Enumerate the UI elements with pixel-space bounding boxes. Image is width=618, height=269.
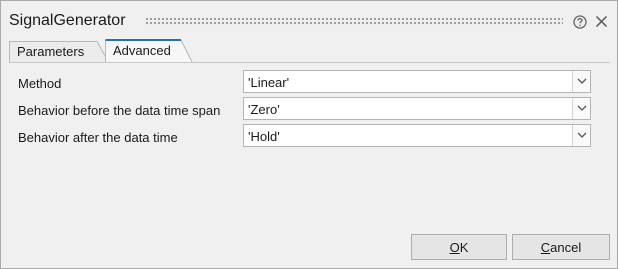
behavior-before-label: Behavior before the data time span: [18, 103, 221, 118]
tab-advanced-label: Advanced: [113, 43, 171, 58]
cancel-label-rest: ancel: [550, 240, 582, 255]
help-icon[interactable]: [573, 15, 587, 29]
tab-parameters[interactable]: Parameters: [9, 39, 109, 62]
drag-grip[interactable]: [145, 17, 563, 25]
window-title: SignalGenerator: [9, 12, 126, 29]
behavior-after-dropdown-button[interactable]: [572, 125, 590, 146]
advanced-panel: Method 'Linear' Behavior before the data…: [9, 62, 610, 226]
tab-parameters-label: Parameters: [17, 44, 85, 59]
chevron-down-icon: [577, 132, 587, 138]
cancel-mnemonic: C: [540, 240, 551, 255]
ok-label-rest: K: [459, 240, 469, 255]
cancel-button[interactable]: Cancel: [512, 234, 610, 260]
behavior-before-value: 'Zero': [248, 102, 280, 117]
behavior-before-dropdown[interactable]: 'Zero': [243, 97, 591, 120]
method-value: 'Linear': [248, 75, 290, 90]
tab-advanced[interactable]: Advanced: [105, 39, 193, 63]
behavior-after-label: Behavior after the data time: [18, 130, 178, 145]
ok-button[interactable]: OK: [411, 234, 507, 260]
method-dropdown-button[interactable]: [572, 71, 590, 92]
behavior-before-dropdown-button[interactable]: [572, 98, 590, 119]
method-dropdown[interactable]: 'Linear': [243, 70, 591, 93]
chevron-down-icon: [577, 78, 587, 84]
close-icon[interactable]: [595, 15, 608, 28]
ok-mnemonic: O: [449, 240, 460, 255]
behavior-after-value: 'Hold': [248, 129, 280, 144]
signal-generator-dialog: SignalGenerator Parameters Advanced Meth…: [0, 0, 618, 269]
method-label: Method: [18, 76, 62, 91]
behavior-after-dropdown[interactable]: 'Hold': [243, 124, 591, 147]
title-bar[interactable]: SignalGenerator: [1, 1, 617, 41]
chevron-down-icon: [577, 105, 587, 111]
